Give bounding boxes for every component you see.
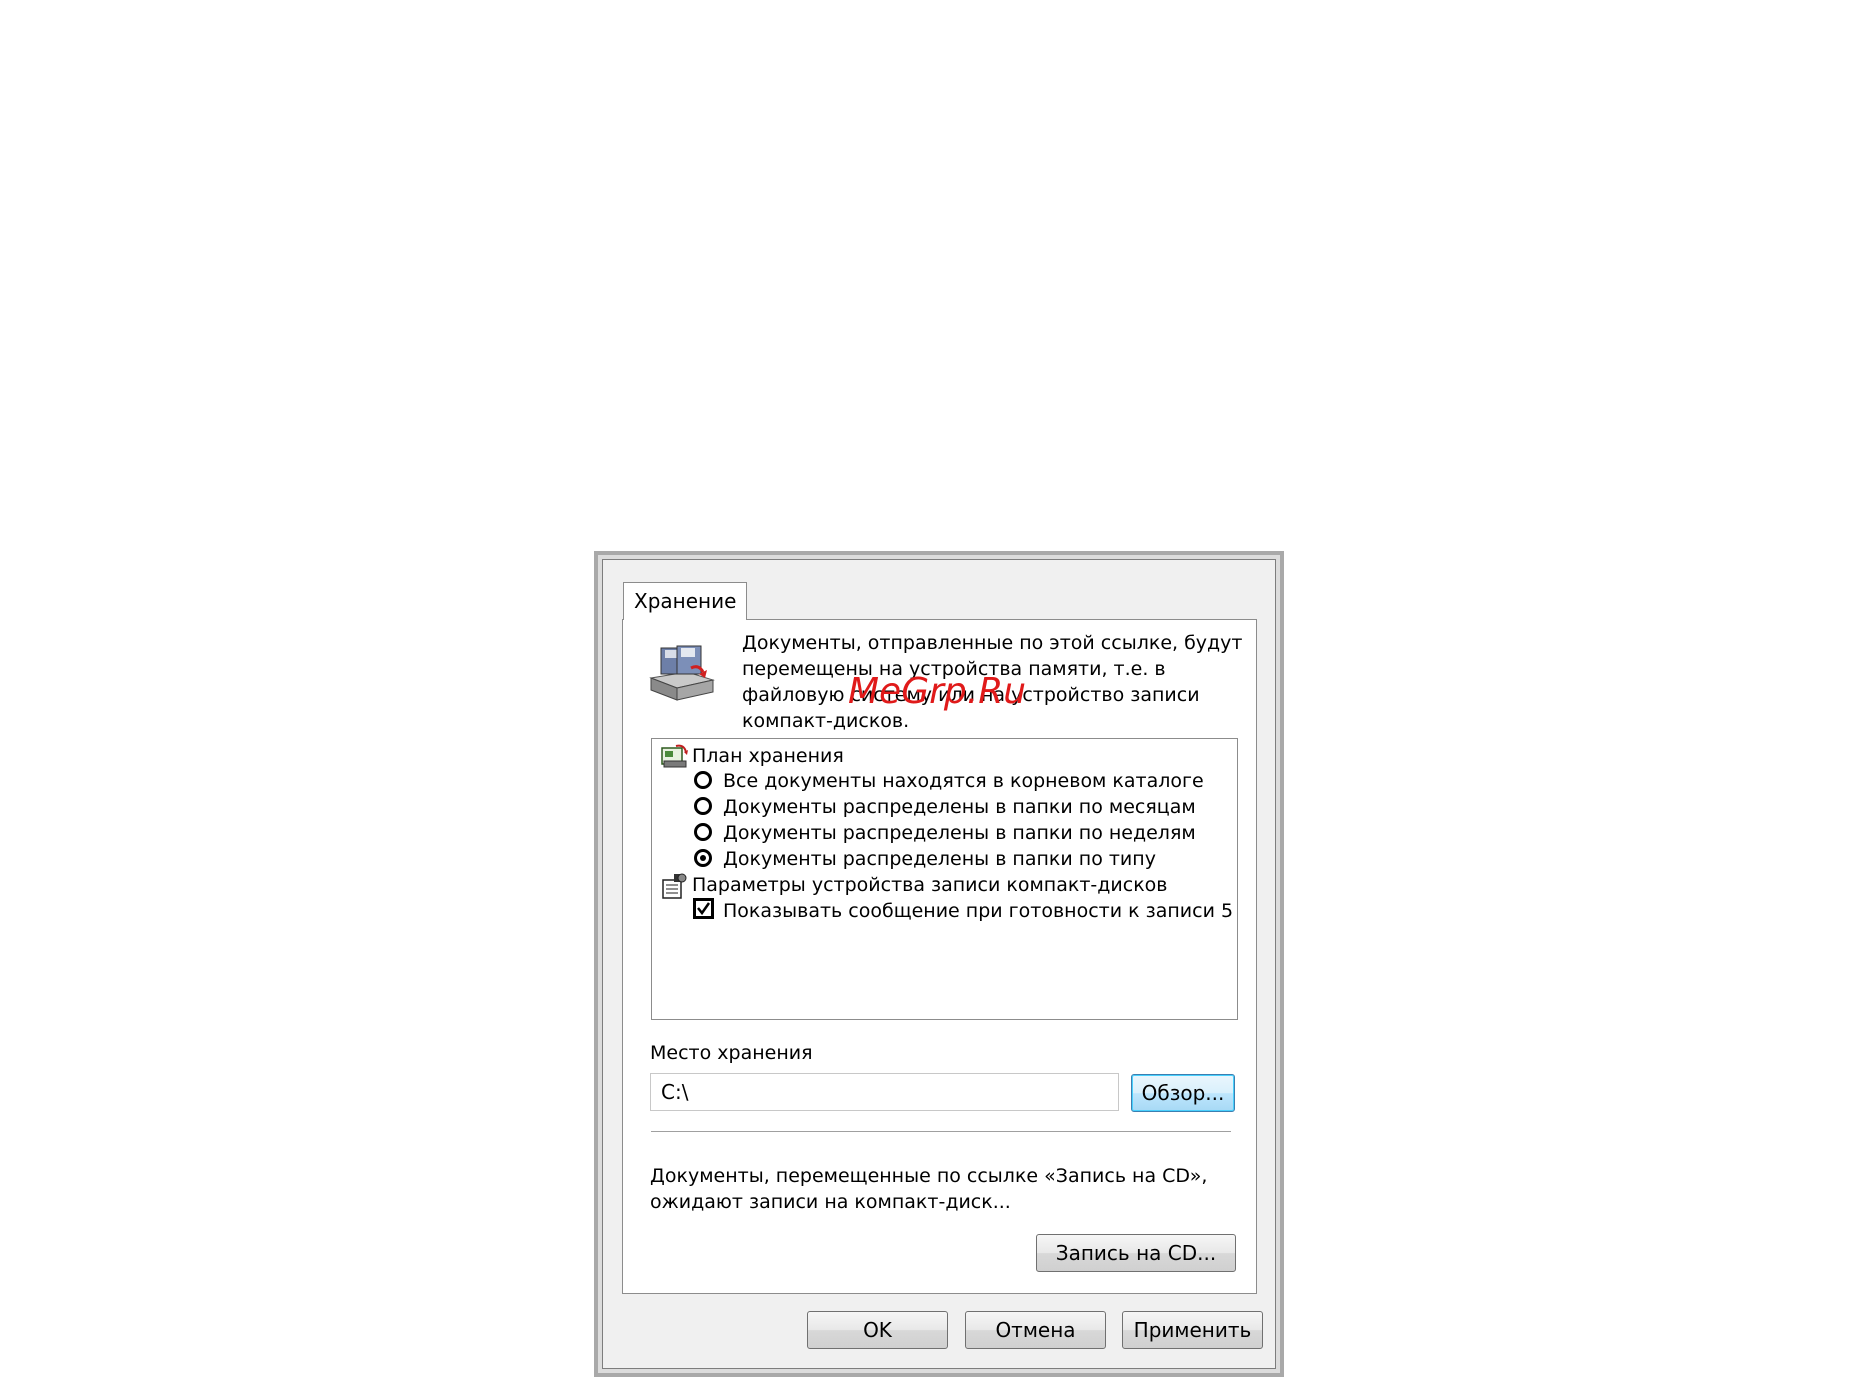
ok-button[interactable]: OK	[807, 1311, 948, 1349]
tree-group-cd-settings: Параметры устройства записи компакт-диск…	[692, 874, 1168, 896]
browse-button[interactable]: Обзор...	[1131, 1074, 1235, 1112]
radio-root-folder[interactable]	[694, 771, 712, 789]
description-text: Документы, отправленные по этой ссылке, …	[742, 632, 1243, 732]
option-label[interactable]: Документы распределены в папки по неделя…	[723, 819, 1196, 847]
tab-panel: Документы, отправленные по этой ссылке, …	[622, 619, 1257, 1294]
properties-dialog: Хранение Документы, отправленные по этой…	[594, 551, 1284, 1377]
cd-settings-icon	[662, 873, 687, 899]
settings-tree[interactable]: План хранения Все документы находятся в …	[651, 738, 1238, 1020]
burn-cd-button[interactable]: Запись на CD...	[1036, 1234, 1236, 1272]
option-label[interactable]: Документы распределены в папки по типу	[723, 845, 1156, 873]
location-label: Место хранения	[650, 1042, 813, 1064]
tree-group-storage-plan: План хранения	[692, 745, 844, 767]
cd-note-text: Документы, перемещенные по ссылке «Запис…	[650, 1165, 1208, 1213]
tab-storage[interactable]: Хранение	[623, 582, 747, 620]
checkbox-label[interactable]: Показывать сообщение при готовности к за…	[723, 897, 1233, 925]
radio-by-type[interactable]	[694, 849, 712, 867]
radio-by-month[interactable]	[694, 797, 712, 815]
storage-device-icon	[649, 645, 715, 701]
apply-button[interactable]: Применить	[1122, 1311, 1263, 1349]
option-label[interactable]: Документы распределены в папки по месяца…	[723, 793, 1196, 821]
separator	[651, 1131, 1231, 1133]
checkmark-icon	[697, 902, 711, 916]
option-label[interactable]: Все документы находятся в корневом катал…	[723, 767, 1204, 795]
storage-plan-icon	[661, 744, 688, 768]
location-input[interactable]: C:\	[650, 1073, 1119, 1111]
radio-by-week[interactable]	[694, 823, 712, 841]
show-message-checkbox[interactable]	[693, 898, 714, 919]
cancel-button[interactable]: Отмена	[965, 1311, 1106, 1349]
